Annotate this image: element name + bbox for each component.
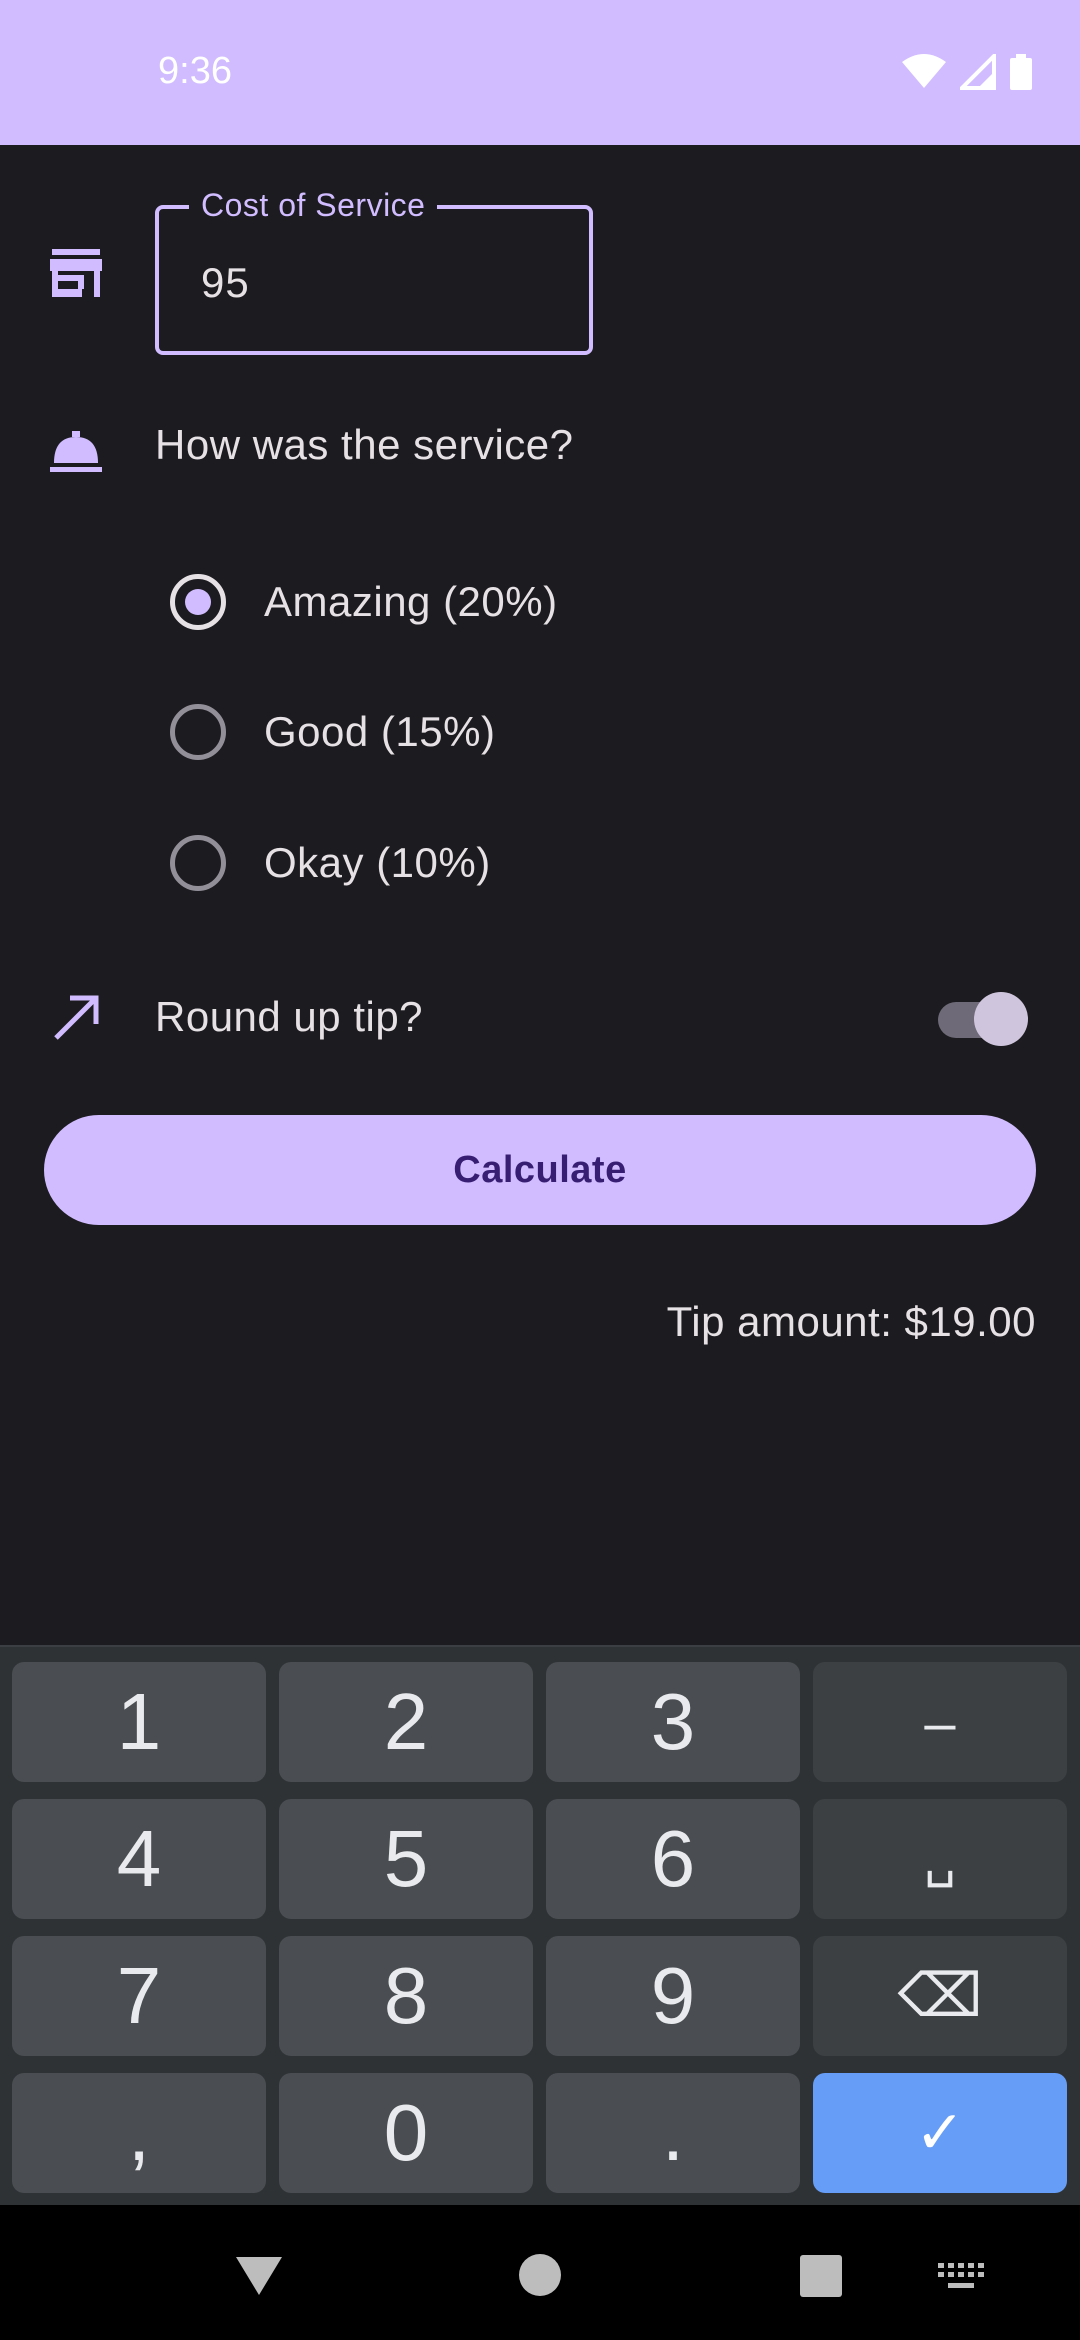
status-icons <box>902 54 1032 90</box>
option-good[interactable]: Good (15%) <box>170 702 495 762</box>
cost-of-service-field[interactable]: Cost of Service 95 <box>155 187 593 355</box>
key-6[interactable]: 6 <box>546 1799 800 1919</box>
status-time: 9:36 <box>158 50 232 92</box>
option-label-good: Good (15%) <box>264 708 496 755</box>
cost-of-service-label: Cost of Service <box>189 187 438 224</box>
key-minus[interactable]: – <box>813 1662 1067 1782</box>
calculate-button[interactable]: Calculate <box>44 1115 1036 1225</box>
signal-icon <box>960 54 996 90</box>
radio-okay[interactable] <box>170 835 226 891</box>
round-up-label: Round up tip? <box>155 993 424 1040</box>
round-up-arrow-icon <box>54 995 99 1040</box>
tip-calculator-form: Cost of Service 95 How was the service? … <box>0 145 1080 1645</box>
recents-icon[interactable] <box>800 2255 842 2297</box>
tip-amount: Tip amount: $19.00 <box>666 1298 1036 1345</box>
key-8[interactable]: 8 <box>279 1936 533 2056</box>
room-service-icon <box>50 431 102 472</box>
key-backspace[interactable]: ⌫ <box>813 1936 1067 2056</box>
key-5[interactable]: 5 <box>279 1799 533 1919</box>
navigation-bar <box>0 2205 1080 2340</box>
battery-icon <box>1010 54 1032 90</box>
store-icon <box>50 249 102 297</box>
home-icon[interactable] <box>518 2253 562 2297</box>
option-amazing[interactable]: Amazing (20%) <box>170 572 558 632</box>
service-question: How was the service? <box>155 421 574 468</box>
key-0[interactable]: 0 <box>279 2073 533 2193</box>
back-icon[interactable] <box>234 2255 284 2297</box>
option-okay[interactable]: Okay (10%) <box>170 833 491 893</box>
key-3[interactable]: 3 <box>546 1662 800 1782</box>
key-9[interactable]: 9 <box>546 1936 800 2056</box>
keyboard-icon[interactable] <box>938 2263 984 2291</box>
key-done[interactable]: ✓ <box>813 2073 1067 2193</box>
radio-good[interactable] <box>170 704 226 760</box>
key-comma[interactable]: , <box>12 2073 266 2193</box>
key-period[interactable]: . <box>546 2073 800 2193</box>
key-1[interactable]: 1 <box>12 1662 266 1782</box>
round-up-switch[interactable] <box>938 990 1028 1050</box>
key-space[interactable]: ␣ <box>813 1799 1067 1919</box>
switch-thumb <box>974 992 1028 1046</box>
key-7[interactable]: 7 <box>12 1936 266 2056</box>
option-label-amazing: Amazing (20%) <box>264 578 558 625</box>
key-2[interactable]: 2 <box>279 1662 533 1782</box>
screen: 9:36 Cost of Service 95 How was the serv… <box>0 0 1080 2340</box>
radio-amazing[interactable] <box>170 574 226 630</box>
key-4[interactable]: 4 <box>12 1799 266 1919</box>
wifi-icon <box>902 54 946 88</box>
numeric-keyboard: 1 2 3 – 4 5 6 ␣ 7 8 9 ⌫ , 0 . ✓ <box>0 1645 1080 2205</box>
option-label-okay: Okay (10%) <box>264 839 491 886</box>
status-bar: 9:36 <box>0 0 1080 145</box>
cost-of-service-input[interactable]: 95 <box>201 259 250 307</box>
